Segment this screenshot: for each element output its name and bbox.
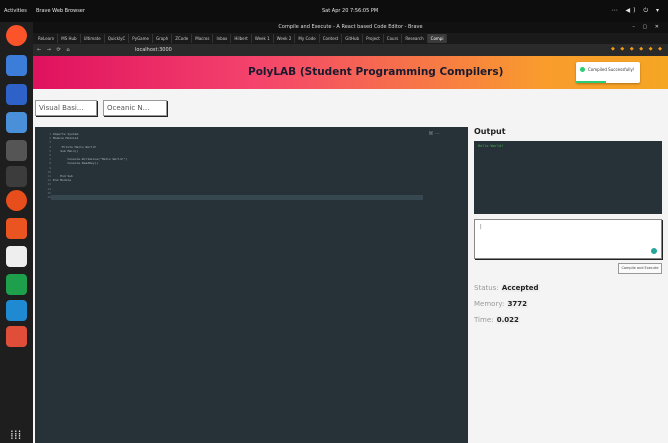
output-label: Output	[474, 127, 506, 136]
terminal-icon[interactable]	[6, 166, 27, 187]
text-editor-icon[interactable]	[6, 112, 27, 133]
brave-icon[interactable]	[6, 25, 27, 46]
status-row: Status: Accepted	[474, 284, 540, 292]
input-cursor: |	[480, 224, 482, 230]
url-field[interactable]: localhost:3000	[135, 46, 495, 54]
app-header: PolyLAB (Student Programming Compilers) …	[33, 56, 668, 89]
toast-progress	[576, 81, 606, 83]
app-grid-icon[interactable]: ⁞⁞⁞	[10, 428, 21, 442]
browser-tab[interactable]: PyGame	[129, 34, 153, 43]
word-icon[interactable]	[6, 140, 27, 161]
extension-icons[interactable]: ◆ ◆ ◆ ◆ ◆ ◆	[611, 46, 664, 52]
spreadsheet-icon[interactable]	[6, 274, 27, 295]
code-editor[interactable]: 1 2 3 4 5 6 7 8 9 10 11 12 13 14 15 16 Imports System Mo…	[35, 127, 468, 443]
address-bar-row: ← → ⟳ ⌂ localhost:3000 ◆ ◆ ◆ ◆ ◆ ◆	[33, 44, 668, 56]
memory-row: Memory: 3772	[474, 300, 529, 308]
settings-icon[interactable]	[6, 84, 27, 105]
success-toast[interactable]: Compiled Successfully!	[576, 62, 640, 83]
browser-tab[interactable]: Inbox	[213, 34, 232, 43]
browser-tab[interactable]: Ultimate	[81, 34, 105, 43]
time-label: Time:	[474, 316, 494, 324]
page-title: PolyLAB (Student Programming Compilers)	[248, 66, 504, 78]
output-panel: Output Hello World! | Compile and Execut…	[474, 127, 666, 427]
software-icon[interactable]	[6, 218, 27, 239]
resize-grip-icon[interactable]	[651, 248, 657, 254]
system-tray[interactable]: ⋯ ◀) ⏻ ▾	[612, 7, 662, 15]
browser-tab[interactable]: Macros	[192, 34, 214, 43]
browser-tab[interactable]: Week 2	[274, 34, 296, 43]
browser-tab[interactable]: GitHub	[342, 34, 364, 43]
browser-tab[interactable]: QuicklyC	[105, 34, 130, 43]
line-number-gutter: 1 2 3 4 5 6 7 8 9 10 11 12 13 14 15 16	[41, 132, 51, 199]
browser-tab[interactable]: Contest	[320, 34, 343, 43]
nav-buttons[interactable]: ← → ⟳ ⌂	[37, 47, 89, 53]
browser-tab[interactable]: My Code	[295, 34, 320, 43]
app-menu[interactable]: Brave Web Browser	[36, 8, 85, 14]
code-content[interactable]: Imports System Module Module1 'Prints Hel…	[53, 132, 127, 199]
browser-tab[interactable]: Hilbert	[231, 34, 252, 43]
dock: ⁞⁞⁞	[0, 22, 33, 443]
compile-execute-button[interactable]: Compile and Execute	[618, 263, 662, 274]
vscode-icon[interactable]	[6, 300, 27, 321]
browser-tab[interactable]: Research	[402, 34, 428, 43]
browser-tab[interactable]: Graph	[153, 34, 173, 43]
files-icon[interactable]	[6, 55, 27, 76]
memory-value: 3772	[506, 300, 529, 308]
browser-tab[interactable]: Cours	[384, 34, 403, 43]
success-icon	[580, 67, 585, 72]
output-text: Hello World!	[478, 144, 504, 148]
window-title: Compile and Execute - A React based Code…	[278, 24, 423, 30]
activities-button[interactable]: Activities	[4, 8, 27, 14]
output-box: Hello World!	[474, 141, 662, 214]
theme-select[interactable]: Oceanic N...	[103, 100, 167, 116]
browser-tab[interactable]: Week 1	[252, 34, 274, 43]
browser-tab[interactable]: Compi	[427, 34, 448, 43]
browser-tab[interactable]: ZCode	[172, 34, 193, 43]
time-row: Time: 0.022	[474, 316, 520, 324]
brave-beta-icon[interactable]	[6, 326, 27, 347]
web-page: PolyLAB (Student Programming Compilers) …	[33, 56, 668, 443]
browser-window: Compile and Execute - A React based Code…	[33, 22, 668, 443]
clock[interactable]: Sat Apr 20 7:56:05 PM	[322, 8, 378, 14]
window-controls[interactable]: – ▢ ✕	[632, 22, 662, 33]
editor-controls[interactable]: ⌘ ⋯	[428, 131, 440, 137]
toast-text: Compiled Successfully!	[588, 67, 635, 72]
tab-strip: ReLearn MS Hub Ultimate QuicklyC PyGame Graph…	[33, 33, 668, 44]
notes-icon[interactable]	[6, 246, 27, 267]
time-value: 0.022	[495, 316, 520, 324]
language-select[interactable]: Visual Basi...	[35, 100, 97, 116]
status-label: Status:	[474, 284, 499, 292]
browser-tab[interactable]: ReLearn	[35, 34, 59, 43]
window-titlebar: Compile and Execute - A React based Code…	[33, 22, 668, 33]
memory-label: Memory:	[474, 300, 505, 308]
status-value: Accepted	[500, 284, 540, 292]
line-number: 16	[47, 195, 51, 200]
browser-tab[interactable]: Project	[363, 34, 384, 43]
system-top-bar: Activities Brave Web Browser Sat Apr 20 …	[0, 0, 668, 22]
browser-tab[interactable]: MS Hub	[58, 34, 81, 43]
custom-input-field[interactable]: |	[474, 219, 662, 259]
chrome-icon[interactable]	[6, 190, 27, 211]
